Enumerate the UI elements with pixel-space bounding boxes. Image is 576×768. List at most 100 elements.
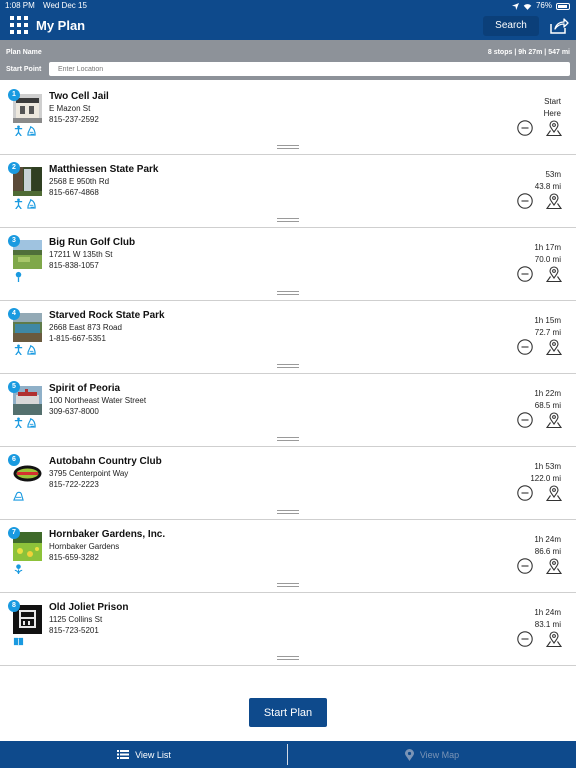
stop-number-badge: 4 — [8, 308, 20, 320]
apps-grid-icon[interactable] — [10, 16, 28, 34]
plan-name-label[interactable]: Plan Name — [6, 49, 42, 56]
history-icon — [26, 125, 37, 136]
map-pin-button[interactable] — [545, 484, 563, 502]
stop-row[interactable]: 4 Starved Rock State Park 2668 East 873 Ro… — [0, 301, 576, 374]
search-button[interactable]: Search — [483, 16, 539, 36]
stop-phone[interactable]: 815-667-4868 — [49, 188, 159, 197]
stop-list: 1 Two Cell Jail E Mazon St 815-237-2592 Star… — [0, 82, 576, 666]
stop-row[interactable]: 5 Spirit of Peoria 100 Northeast Water Str… — [0, 374, 576, 447]
map-pin-icon — [404, 748, 414, 761]
stop-phone[interactable]: 815-722-2223 — [49, 480, 162, 489]
drag-handle-icon[interactable] — [277, 510, 299, 514]
plan-stats: 8 stops | 9h 27m | 547 mi — [487, 49, 570, 56]
stop-address: 2668 East 873 Road — [49, 323, 122, 332]
stop-info[interactable]: Spirit of Peoria 100 Northeast Water Stre… — [49, 383, 146, 416]
map-pin-button[interactable] — [545, 411, 563, 429]
remove-stop-button[interactable] — [517, 412, 533, 428]
drag-handle-icon[interactable] — [277, 364, 299, 368]
stop-phone[interactable]: 815-237-2592 — [49, 115, 109, 124]
map-pin-button[interactable] — [545, 338, 563, 356]
app-header: 1:08 PM Wed Dec 15 76% My Plan Search — [0, 0, 576, 40]
stop-phone[interactable]: 815-838-1057 — [49, 261, 135, 270]
stop-travel-time: 1h 22m — [534, 389, 561, 398]
start-point-input[interactable] — [49, 62, 570, 76]
remove-stop-button[interactable] — [517, 193, 533, 209]
start-point-label: Start Point — [6, 66, 42, 73]
map-pin-button[interactable] — [545, 265, 563, 283]
remove-stop-button[interactable] — [517, 266, 533, 282]
history-icon — [26, 344, 37, 355]
stop-phone[interactable]: 815-723-5201 — [49, 626, 128, 635]
stop-phone[interactable]: 309-637-8000 — [49, 407, 146, 416]
stop-distance: 83.1 mi — [534, 620, 561, 629]
stop-info[interactable]: Matthiessen State Park 2568 E 950th Rd 815… — [49, 164, 159, 197]
drag-handle-icon[interactable] — [277, 656, 299, 660]
stop-number-badge: 1 — [8, 89, 20, 101]
page-title: My Plan — [36, 18, 86, 33]
stop-address: 17211 W 135th St — [49, 250, 113, 259]
stop-name: Autobahn Country Club — [49, 456, 162, 467]
tab-view-map-label: View Map — [419, 749, 460, 760]
stop-travel-time: 1h 17m — [534, 243, 561, 252]
drag-handle-icon[interactable] — [277, 145, 299, 149]
status-bar: 1:08 PM Wed Dec 15 76% — [0, 0, 576, 10]
tab-view-list[interactable]: View List — [0, 741, 288, 768]
stop-distance: 72.7 mi — [534, 328, 561, 337]
remove-stop-button[interactable] — [517, 558, 533, 574]
drag-handle-icon[interactable] — [277, 218, 299, 222]
racing-icon — [13, 490, 24, 501]
map-pin-button[interactable] — [545, 119, 563, 137]
drag-handle-icon[interactable] — [277, 291, 299, 295]
stop-address: 100 Northeast Water Street — [49, 396, 147, 405]
tab-view-map[interactable]: View Map — [288, 741, 576, 768]
drag-handle-icon[interactable] — [277, 437, 299, 441]
start-plan-button[interactable]: Start Plan — [249, 698, 327, 727]
stop-info[interactable]: Two Cell Jail E Mazon St 815-237-2592 — [49, 91, 109, 124]
stop-distance: 122.0 mi — [530, 474, 561, 483]
stop-travel-time: 1h 53m — [534, 462, 561, 471]
tab-view-list-label: View List — [135, 749, 171, 760]
stop-row[interactable]: 3 Big Run Golf Club 17211 W 135th St 815-83… — [0, 228, 576, 301]
stop-address: 1125 Collins St — [49, 615, 103, 624]
stop-number-badge: 6 — [8, 454, 20, 466]
stop-address: E Mazon St — [49, 104, 91, 113]
stop-travel-time: 1h 15m — [534, 316, 561, 325]
stop-name: Hornbaker Gardens, Inc. — [49, 529, 166, 540]
stop-info[interactable]: Big Run Golf Club 17211 W 135th St 815-838… — [49, 237, 135, 270]
stop-row[interactable]: 2 Matthiessen State Park 2568 E 950th Rd 81… — [0, 155, 576, 228]
stop-travel-time: Start — [544, 97, 561, 106]
stop-row[interactable]: 8 Old Joliet Prison 1125 Collins St 815-723… — [0, 593, 576, 666]
stop-info[interactable]: Starved Rock State Park 2668 East 873 Roa… — [49, 310, 165, 343]
stop-info[interactable]: Old Joliet Prison 1125 Collins St 815-723-… — [49, 602, 128, 635]
stop-name: Big Run Golf Club — [49, 237, 136, 248]
map-pin-button[interactable] — [545, 630, 563, 648]
stop-info[interactable]: Hornbaker Gardens, Inc. Hornbaker Gardens… — [49, 529, 165, 562]
map-pin-button[interactable] — [545, 192, 563, 210]
hiker-icon — [13, 344, 24, 355]
map-pin-button[interactable] — [545, 557, 563, 575]
stop-row[interactable]: 1 Two Cell Jail E Mazon St 815-237-2592 Star… — [0, 82, 576, 155]
stop-phone[interactable]: 815-659-3282 — [49, 553, 165, 562]
stop-row[interactable]: 6 Autobahn Country Club 3795 Centerpoint W… — [0, 447, 576, 520]
stop-info[interactable]: Autobahn Country Club 3795 Centerpoint Wa… — [49, 456, 162, 489]
stop-number-badge: 5 — [8, 381, 20, 393]
stop-categories — [13, 490, 24, 501]
drag-handle-icon[interactable] — [277, 583, 299, 587]
stop-address: Hornbaker Gardens — [49, 542, 120, 551]
stop-travel-time: 1h 24m — [534, 535, 561, 544]
stop-number-badge: 3 — [8, 235, 20, 247]
remove-stop-button[interactable] — [517, 120, 533, 136]
history-icon — [26, 198, 37, 209]
remove-stop-button[interactable] — [517, 631, 533, 647]
location-arrow-icon — [511, 2, 519, 10]
battery-icon — [556, 2, 570, 10]
remove-stop-button[interactable] — [517, 339, 533, 355]
stop-row[interactable]: 7 Hornbaker Gardens, Inc. Hornbaker Garden… — [0, 520, 576, 593]
stop-distance: Here — [543, 109, 561, 118]
stop-travel-time: 1h 24m — [534, 608, 561, 617]
stop-name: Old Joliet Prison — [49, 602, 129, 613]
stop-phone[interactable]: 1-815-667-5351 — [49, 334, 165, 343]
share-icon[interactable] — [549, 17, 569, 35]
status-date: Wed Dec 15 — [43, 1, 87, 10]
remove-stop-button[interactable] — [517, 485, 533, 501]
